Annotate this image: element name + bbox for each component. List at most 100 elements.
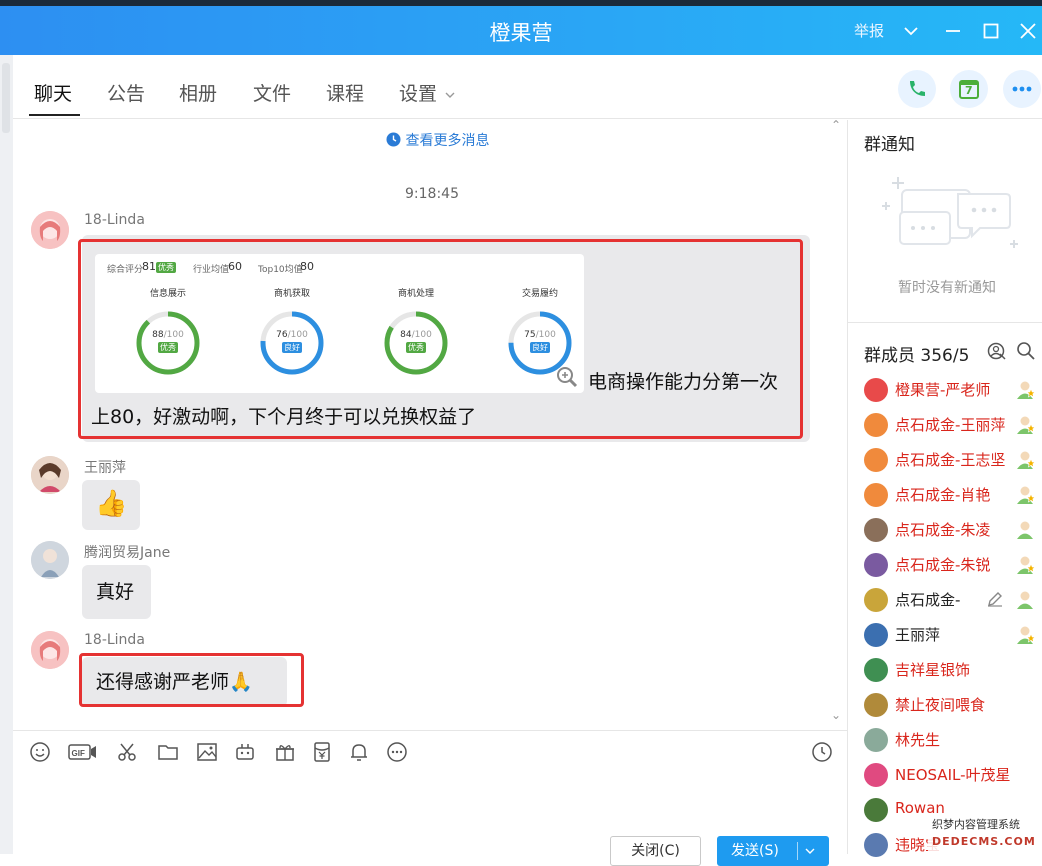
- input-toolbar: GIF: [13, 730, 847, 774]
- emoji-icon[interactable]: [29, 741, 51, 763]
- member-row[interactable]: 点石成金-王志坚: [848, 442, 1042, 477]
- member-name: 点石成金-肖艳: [895, 486, 991, 504]
- member-avatar: [864, 728, 888, 752]
- scissors-icon[interactable]: [116, 741, 138, 763]
- chevron-down-icon[interactable]: [898, 18, 924, 44]
- close-icon[interactable]: [1015, 18, 1041, 44]
- more-options-icon[interactable]: [386, 741, 408, 763]
- red-packet-icon[interactable]: [311, 741, 333, 763]
- gift-icon[interactable]: [274, 741, 296, 763]
- send-button-label: 发送(S): [731, 843, 779, 859]
- maximize-icon[interactable]: [978, 18, 1004, 44]
- minimize-icon[interactable]: [940, 18, 966, 44]
- watermark-line1: 织梦内容管理系统: [932, 818, 1020, 831]
- edit-pencil-icon[interactable]: [986, 590, 1004, 608]
- active-tab-indicator: [29, 114, 80, 116]
- close-button[interactable]: 关闭(C): [610, 836, 701, 866]
- history-clock-icon[interactable]: [811, 741, 833, 763]
- member-avatar: [864, 413, 888, 437]
- message-input[interactable]: 关闭(C) 发送(S): [13, 774, 847, 866]
- admin-badge-icon: [1017, 381, 1036, 399]
- member-badge-icon: [1017, 521, 1033, 539]
- admin-badge-icon: [1017, 416, 1036, 434]
- folder-icon[interactable]: [157, 741, 179, 763]
- gif-icon[interactable]: GIF: [68, 741, 98, 763]
- report-link[interactable]: 举报: [854, 20, 884, 41]
- member-name: 点石成金-王丽萍: [895, 416, 1006, 434]
- member-row[interactable]: 橙果营-严老师: [848, 372, 1042, 407]
- scroll-down-icon[interactable]: ⌄: [831, 708, 841, 722]
- send-divider: [797, 842, 798, 860]
- member-avatar: [864, 763, 888, 787]
- avatar[interactable]: [31, 541, 69, 579]
- empty-notice-illustration-icon: [882, 177, 1018, 248]
- admin-badge-icon: [1017, 486, 1036, 504]
- group-notice-title: 群通知: [864, 135, 915, 155]
- member-manage-icon[interactable]: [987, 341, 1007, 361]
- member-avatar: [864, 693, 888, 717]
- load-more-messages[interactable]: 查看更多消息: [386, 130, 489, 150]
- member-row[interactable]: 点石成金-朱凌: [848, 512, 1042, 547]
- member-row[interactable]: NEOSAIL-叶茂星: [848, 757, 1042, 792]
- tab-courses[interactable]: 课程: [326, 79, 364, 106]
- phone-icon: [910, 81, 925, 96]
- send-button[interactable]: 发送(S): [717, 836, 829, 866]
- member-avatar: [864, 623, 888, 647]
- robot-icon[interactable]: [234, 741, 256, 763]
- message-timestamp: 9:18:45: [405, 186, 459, 202]
- call-button[interactable]: [898, 70, 936, 108]
- tab-announcement[interactable]: 公告: [107, 79, 145, 106]
- tab-bar: 聊天 公告 相册 文件 课程 设置: [13, 55, 1042, 119]
- message-bubble[interactable]: 真好: [82, 565, 151, 619]
- avatar-image: [31, 211, 69, 249]
- thumbs-up-emoji: 👍: [95, 489, 128, 519]
- scroll-up-icon[interactable]: ⌃: [831, 120, 841, 132]
- member-name: 点石成金-王志坚: [895, 451, 1006, 469]
- sender-name: 腾润贸易Jane: [84, 545, 171, 561]
- message-bubble[interactable]: 👍: [82, 480, 140, 530]
- more-options-button[interactable]: [1003, 70, 1041, 108]
- calendar-button[interactable]: 7: [950, 70, 988, 108]
- member-avatar: [864, 518, 888, 542]
- watermark-line2: DEDECMS.COM: [932, 835, 1036, 848]
- member-row[interactable]: 王丽萍: [848, 617, 1042, 652]
- bell-icon[interactable]: [348, 741, 370, 763]
- tab-files[interactable]: 文件: [253, 79, 291, 106]
- search-icon[interactable]: [1016, 341, 1036, 361]
- admin-badge-icon: [1017, 626, 1036, 644]
- watermark: 织梦内容管理系统 DEDECMS.COM: [928, 816, 1042, 854]
- member-row[interactable]: 点石成金-王丽萍: [848, 407, 1042, 442]
- tab-album[interactable]: 相册: [179, 79, 217, 106]
- member-row[interactable]: 点石成金-肖艳: [848, 477, 1042, 512]
- tab-chat[interactable]: 聊天: [34, 79, 72, 106]
- member-avatar: [864, 553, 888, 577]
- members-count: 群成员 356/5: [864, 346, 970, 366]
- left-scrollbar-thumb[interactable]: [2, 63, 10, 133]
- member-avatar: [864, 483, 888, 507]
- left-scroll-strip: [0, 55, 13, 854]
- member-row[interactable]: 吉祥星银饰: [848, 652, 1042, 687]
- avatar-image: [31, 456, 69, 494]
- avatar[interactable]: [31, 211, 69, 249]
- member-row[interactable]: 点石成金-朱锐: [848, 547, 1042, 582]
- image-icon[interactable]: [196, 741, 218, 763]
- member-name: 林先生: [895, 731, 941, 749]
- member-name: 点石成金-: [895, 591, 961, 609]
- no-notice-text: 暂时没有新通知: [898, 280, 996, 296]
- member-row[interactable]: 点石成金-: [848, 582, 1042, 617]
- member-name: 王丽萍: [895, 626, 941, 644]
- avatar-image: [31, 631, 69, 669]
- member-avatar: [864, 833, 888, 857]
- member-row[interactable]: 林先生: [848, 722, 1042, 757]
- avatar[interactable]: [31, 456, 69, 494]
- member-avatar: [864, 378, 888, 402]
- tab-settings[interactable]: 设置: [399, 79, 457, 106]
- admin-badge-icon: [1017, 451, 1036, 469]
- member-badge-icon: [1017, 591, 1033, 609]
- chevron-down-icon: [445, 92, 455, 98]
- member-row[interactable]: 禁止夜间喂食: [848, 687, 1042, 722]
- chevron-down-icon[interactable]: [803, 844, 817, 858]
- admin-badge-icon: [1017, 556, 1036, 574]
- avatar[interactable]: [31, 631, 69, 669]
- member-name: 点石成金-朱凌: [895, 521, 991, 539]
